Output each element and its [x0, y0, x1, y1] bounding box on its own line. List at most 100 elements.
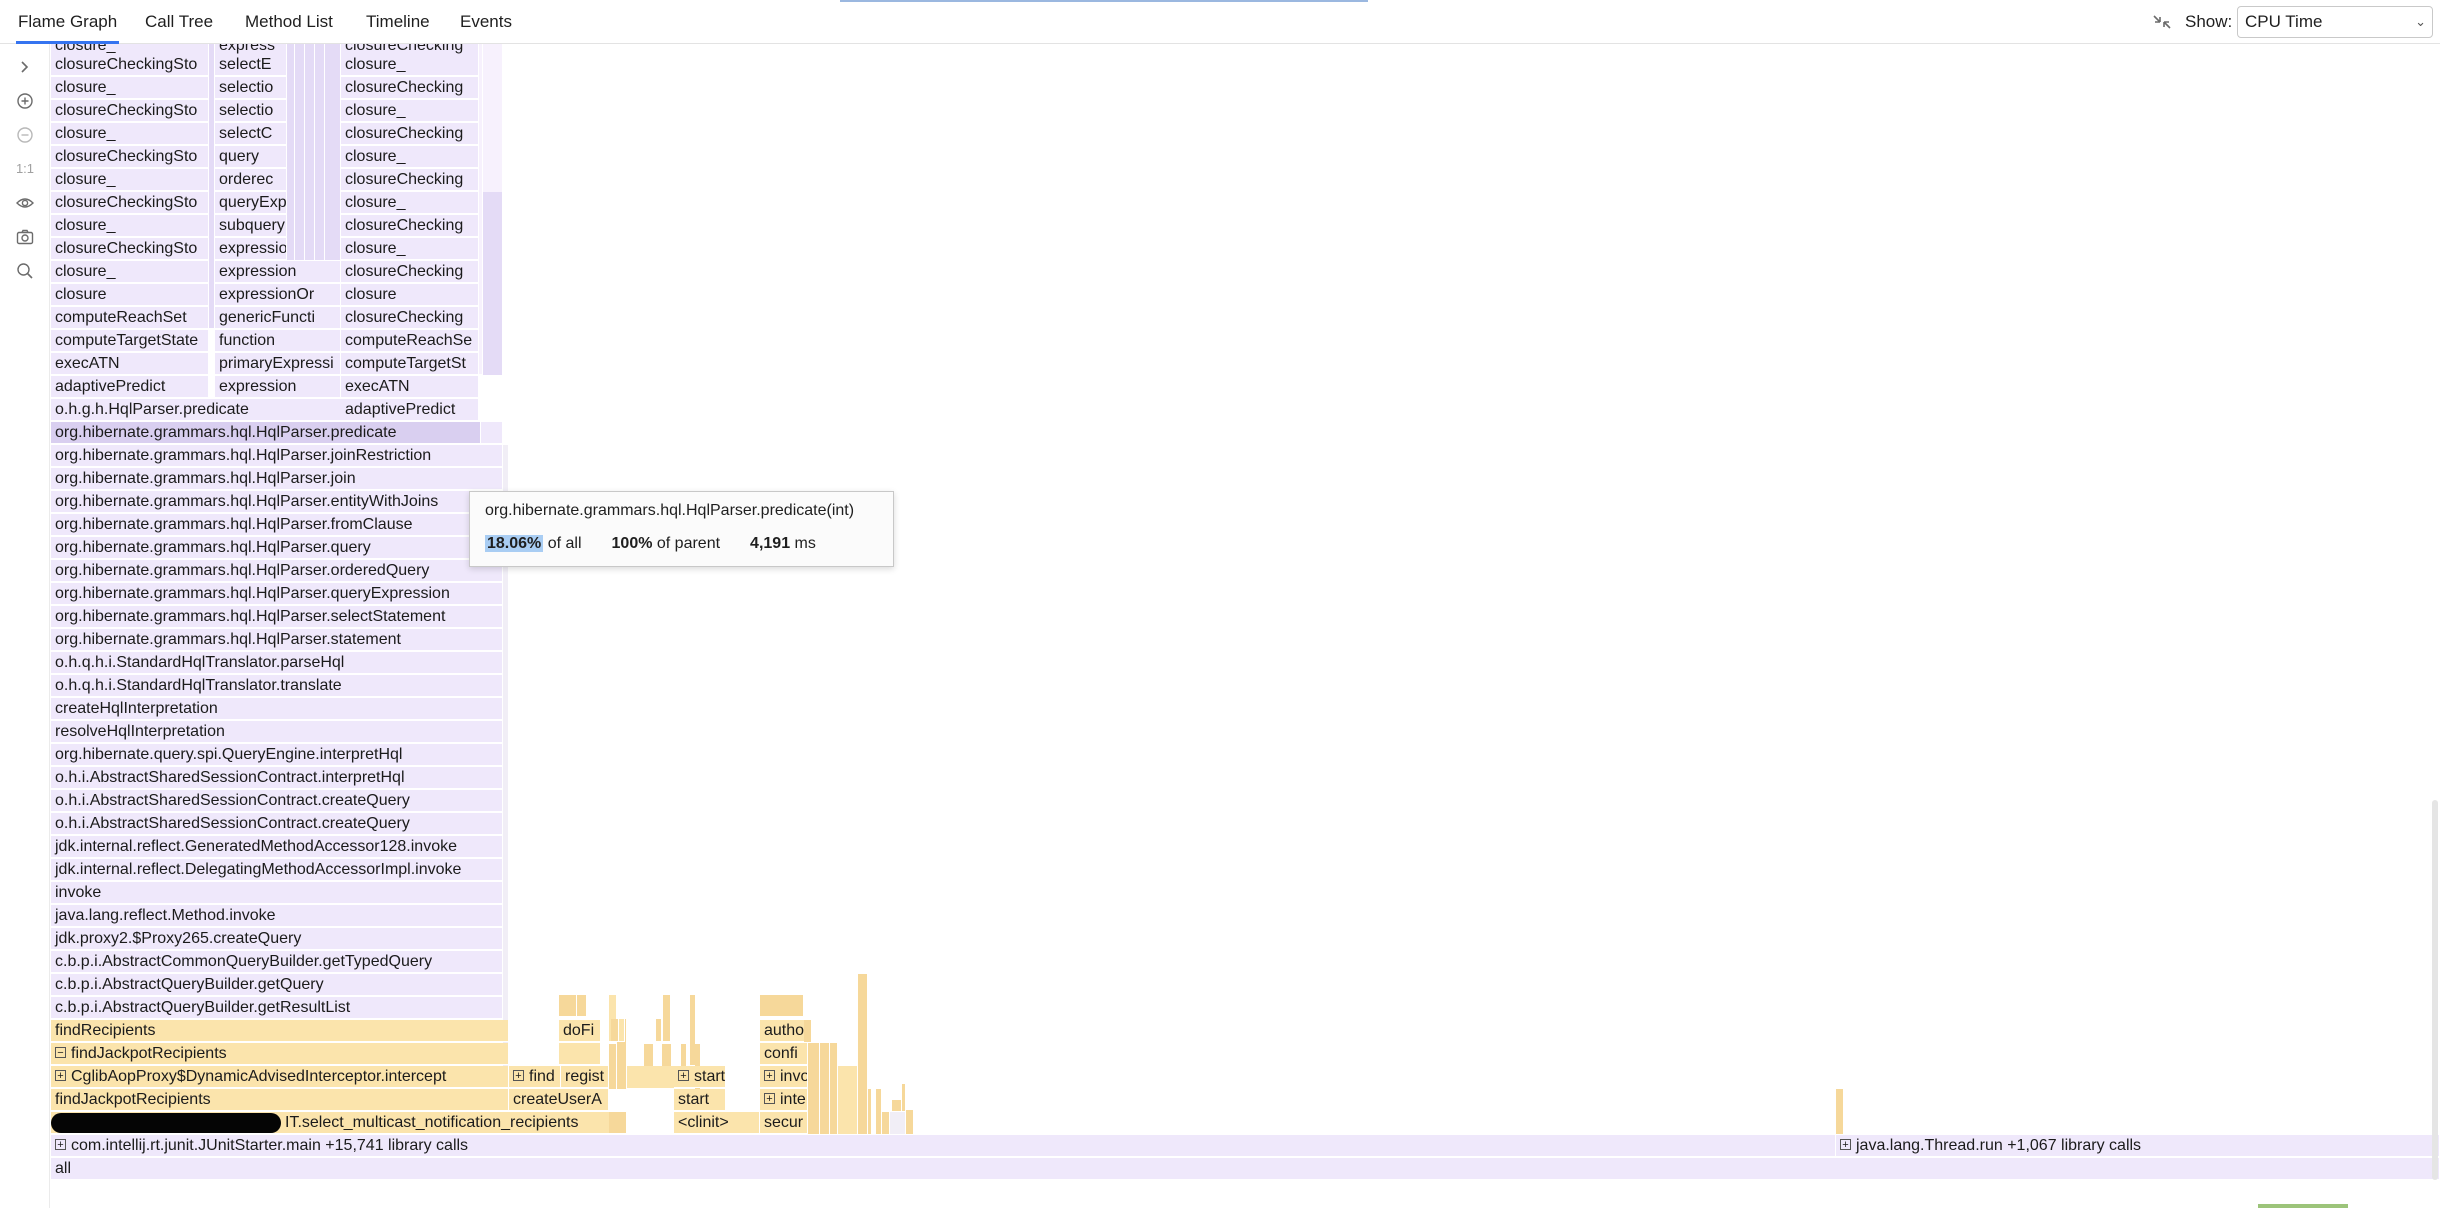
flame-frame-sliver[interactable] — [483, 192, 503, 376]
flame-frame[interactable]: adaptivePredict — [341, 399, 479, 421]
flame-frame[interactable]: autho — [760, 1020, 808, 1042]
flame-frame[interactable]: selectE — [215, 54, 287, 76]
expand-icon[interactable]: + — [678, 1070, 689, 1082]
flame-frame[interactable]: expressio — [215, 238, 287, 260]
flame-frame[interactable]: subquery — [215, 215, 287, 237]
flame-frame[interactable] — [609, 1112, 627, 1134]
flame-frame[interactable] — [892, 1100, 902, 1112]
flame-frame-sliver[interactable] — [325, 44, 341, 261]
flame-graph-canvas[interactable]: closure_ closureCheckingSto closure_ clo… — [50, 44, 2440, 1208]
tab-call-tree[interactable]: Call Tree — [143, 0, 215, 44]
flame-frame[interactable] — [611, 1019, 619, 1042]
flame-frame[interactable]: computeTargetState — [51, 330, 209, 352]
flame-frame[interactable]: org.hibernate.grammars.hql.HqlParser.joi… — [51, 445, 503, 467]
vertical-scrollbar[interactable] — [2432, 800, 2438, 1180]
flame-frame[interactable]: + find — [509, 1066, 561, 1088]
flame-frame[interactable]: o.h.g.h.HqlParser.predicate — [51, 399, 343, 421]
flame-frame-highlighted[interactable]: org.hibernate.grammars.hql.HqlParser.pre… — [51, 422, 481, 444]
flame-frame[interactable]: resolveHqlInterpretation — [51, 721, 503, 743]
search-icon[interactable] — [14, 260, 36, 282]
flame-frame[interactable]: closureChecking — [341, 261, 479, 283]
flame-frame-sliver[interactable] — [305, 44, 315, 261]
flame-frame[interactable]: closure_ — [341, 192, 479, 214]
flame-frame[interactable]: closure_ — [51, 169, 209, 191]
flame-frame[interactable] — [1836, 1089, 1844, 1135]
flame-frame[interactable]: + invo — [760, 1066, 808, 1088]
flame-frame[interactable]: closure_ — [341, 100, 479, 122]
flame-frame[interactable]: closure_ — [51, 77, 209, 99]
flame-frame[interactable] — [906, 1110, 914, 1135]
flame-frame-sliver[interactable] — [315, 44, 325, 261]
eye-icon[interactable] — [14, 192, 36, 214]
flame-frame[interactable] — [890, 1112, 906, 1135]
flame-frame[interactable]: invoke — [51, 882, 503, 904]
flame-frame[interactable]: expressionOr — [215, 284, 341, 306]
flame-frame-sliver[interactable] — [295, 44, 305, 261]
flame-frame[interactable]: execATN — [51, 353, 209, 375]
tab-flame-graph[interactable]: Flame Graph — [16, 0, 120, 44]
flame-frame[interactable]: adaptivePredict — [51, 376, 209, 398]
expand-icon[interactable] — [14, 56, 36, 78]
tab-method-list[interactable]: Method List — [243, 0, 335, 44]
flame-frame[interactable]: selectio — [215, 77, 287, 99]
flame-frame[interactable]: closure_ — [341, 146, 479, 168]
tab-timeline[interactable]: Timeline — [364, 0, 432, 44]
flame-frame[interactable]: java.lang.reflect.Method.invoke — [51, 905, 503, 927]
flame-frame[interactable]: org.hibernate.grammars.hql.HqlParser.ent… — [51, 491, 503, 513]
expand-icon[interactable]: + — [764, 1093, 775, 1105]
flame-frame[interactable]: o.h.i.AbstractSharedSessionContract.crea… — [51, 813, 503, 835]
flame-frame[interactable]: selectio — [215, 100, 287, 122]
flame-frame[interactable]: org.hibernate.grammars.hql.HqlParser.sel… — [51, 606, 503, 628]
zoom-out-icon[interactable] — [14, 124, 36, 146]
flame-frame[interactable] — [559, 1043, 601, 1065]
flame-frame[interactable]: expression — [215, 261, 341, 283]
flame-frame[interactable] — [830, 1043, 838, 1135]
flame-frame[interactable] — [868, 1089, 872, 1135]
flame-frame[interactable]: computeReachSet — [51, 307, 209, 329]
flame-frame[interactable]: jdk.internal.reflect.DelegatingMethodAcc… — [51, 859, 503, 881]
flame-frame[interactable]: closure_ — [51, 123, 209, 145]
flame-frame[interactable]: closure_ — [51, 261, 209, 283]
flame-frame[interactable]: expression — [215, 376, 341, 398]
flame-frame-root[interactable]: all — [51, 1158, 2440, 1180]
zoom-in-icon[interactable] — [14, 90, 36, 112]
flame-frame-sliver[interactable] — [481, 422, 503, 444]
collapse-arrows-icon[interactable] — [2150, 10, 2174, 34]
flame-frame[interactable]: confi — [760, 1043, 808, 1065]
flame-frame[interactable]: start — [674, 1089, 726, 1111]
flame-frame[interactable]: findRecipients — [51, 1020, 509, 1042]
flame-frame[interactable]: createHqlInterpretation — [51, 698, 503, 720]
flame-frame[interactable]: computeTargetSt — [341, 353, 479, 375]
flame-frame[interactable] — [808, 1043, 820, 1135]
flame-frame[interactable]: query — [215, 146, 287, 168]
flame-frame[interactable]: primaryExpressi — [215, 353, 341, 375]
flame-frame[interactable]: <clinit> — [674, 1112, 760, 1134]
flame-frame[interactable] — [760, 995, 804, 1017]
flame-frame[interactable]: closureChecking — [341, 215, 479, 237]
flame-frame[interactable] — [559, 995, 577, 1017]
flame-frame[interactable] — [609, 1044, 617, 1090]
flame-frame[interactable] — [882, 1112, 890, 1135]
expand-icon[interactable]: + — [1840, 1139, 1851, 1151]
flame-frame[interactable] — [820, 1043, 830, 1135]
collapse-icon[interactable]: − — [55, 1047, 66, 1059]
flame-frame[interactable]: computeReachSe — [341, 330, 479, 352]
flame-frame[interactable]: o.h.q.h.i.StandardHqlTranslator.translat… — [51, 675, 503, 697]
flame-frame[interactable]: + java.lang.Thread.run +1,067 library cal… — [1836, 1135, 2440, 1157]
flame-frame[interactable]: closureCheckingSto — [51, 54, 209, 76]
flame-frame[interactable]: closure — [341, 284, 479, 306]
flame-frame[interactable]: org.hibernate.grammars.hql.HqlParser.joi… — [51, 468, 503, 490]
flame-frame[interactable]: jdk.proxy2.$Proxy265.createQuery — [51, 928, 503, 950]
expand-icon[interactable]: + — [764, 1070, 775, 1082]
flame-frame[interactable]: org.hibernate.query.spi.QueryEngine.inte… — [51, 744, 503, 766]
flame-frame[interactable] — [902, 1084, 906, 1112]
flame-frame[interactable]: findJackpotRecipients — [51, 1089, 509, 1111]
flame-frame[interactable]: closureCheckingSto — [51, 192, 209, 214]
flame-frame[interactable]: org.hibernate.grammars.hql.HqlParser.que… — [51, 537, 503, 559]
flame-frame[interactable]: o.h.i.AbstractSharedSessionContract.crea… — [51, 790, 503, 812]
flame-frame[interactable]: + start — [674, 1066, 726, 1088]
flame-frame[interactable]: c.b.p.i.AbstractQueryBuilder.getQuery — [51, 974, 503, 996]
flame-frame[interactable]: selectC — [215, 123, 287, 145]
flame-frame[interactable]: createUserA — [509, 1089, 609, 1111]
flame-frame[interactable] — [804, 1020, 812, 1043]
